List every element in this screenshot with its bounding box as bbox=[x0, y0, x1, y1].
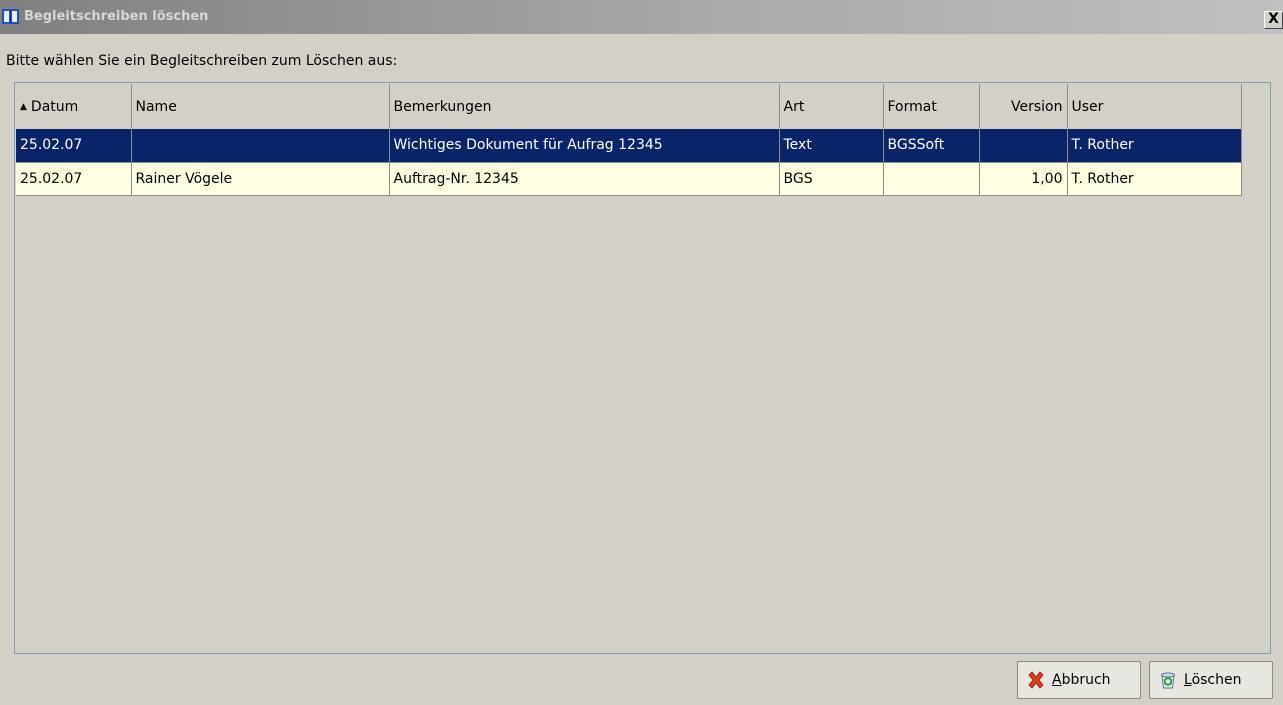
book-icon bbox=[2, 9, 19, 24]
cell-version bbox=[979, 129, 1068, 163]
column-header-format[interactable]: Format bbox=[883, 84, 980, 129]
column-header-version[interactable]: Version bbox=[979, 84, 1068, 129]
close-button[interactable]: X bbox=[1264, 11, 1283, 29]
document-grid[interactable]: ▲ Datum Name Bemerkungen Art Format Versi… bbox=[14, 82, 1271, 654]
cell-version: 1,00 bbox=[979, 162, 1068, 196]
cancel-button[interactable]: Abbruch bbox=[1017, 661, 1141, 699]
cell-format: BGSSoft bbox=[883, 129, 980, 163]
cell-user: T. Rother bbox=[1067, 129, 1242, 163]
recycle-bin-icon bbox=[1161, 672, 1175, 689]
red-x-icon bbox=[1028, 671, 1044, 689]
cell-name bbox=[131, 129, 390, 163]
instruction-text: Bitte wählen Sie ein Begleitschreiben zu… bbox=[6, 53, 398, 69]
cell-datum: 25.02.07 bbox=[16, 162, 132, 196]
window-title: Begleitschreiben löschen bbox=[24, 9, 209, 24]
sort-ascending-icon: ▲ bbox=[20, 101, 27, 112]
delete-label: Löschen bbox=[1184, 672, 1242, 688]
document-table: ▲ Datum Name Bemerkungen Art Format Versi… bbox=[16, 84, 1242, 196]
cell-format bbox=[883, 162, 980, 196]
cell-art: BGS bbox=[779, 162, 884, 196]
column-header-name[interactable]: Name bbox=[131, 84, 390, 129]
column-header-art[interactable]: Art bbox=[779, 84, 884, 129]
cancel-label: Abbruch bbox=[1052, 672, 1111, 688]
table-row[interactable]: 25.02.07 Rainer Vögele Auftrag-Nr. 12345… bbox=[16, 162, 1242, 196]
table-row[interactable]: 25.02.07 Wichtiges Dokument für Aufrag 1… bbox=[16, 129, 1242, 163]
cell-datum: 25.02.07 bbox=[16, 129, 132, 163]
cell-user: T. Rother bbox=[1067, 162, 1242, 196]
column-header-bemerkungen[interactable]: Bemerkungen bbox=[389, 84, 780, 129]
table-header: ▲ Datum Name Bemerkungen Art Format Versi… bbox=[16, 84, 1242, 129]
cell-bemerkungen: Auftrag-Nr. 12345 bbox=[389, 162, 780, 196]
delete-button[interactable]: Löschen bbox=[1149, 661, 1273, 699]
column-header-datum[interactable]: ▲ Datum bbox=[16, 84, 132, 129]
cell-bemerkungen: Wichtiges Dokument für Aufrag 12345 bbox=[389, 129, 780, 163]
cell-art: Text bbox=[779, 129, 884, 163]
column-header-user[interactable]: User bbox=[1067, 84, 1242, 129]
title-bar: Begleitschreiben löschen X bbox=[0, 0, 1283, 34]
cell-name: Rainer Vögele bbox=[131, 162, 390, 196]
